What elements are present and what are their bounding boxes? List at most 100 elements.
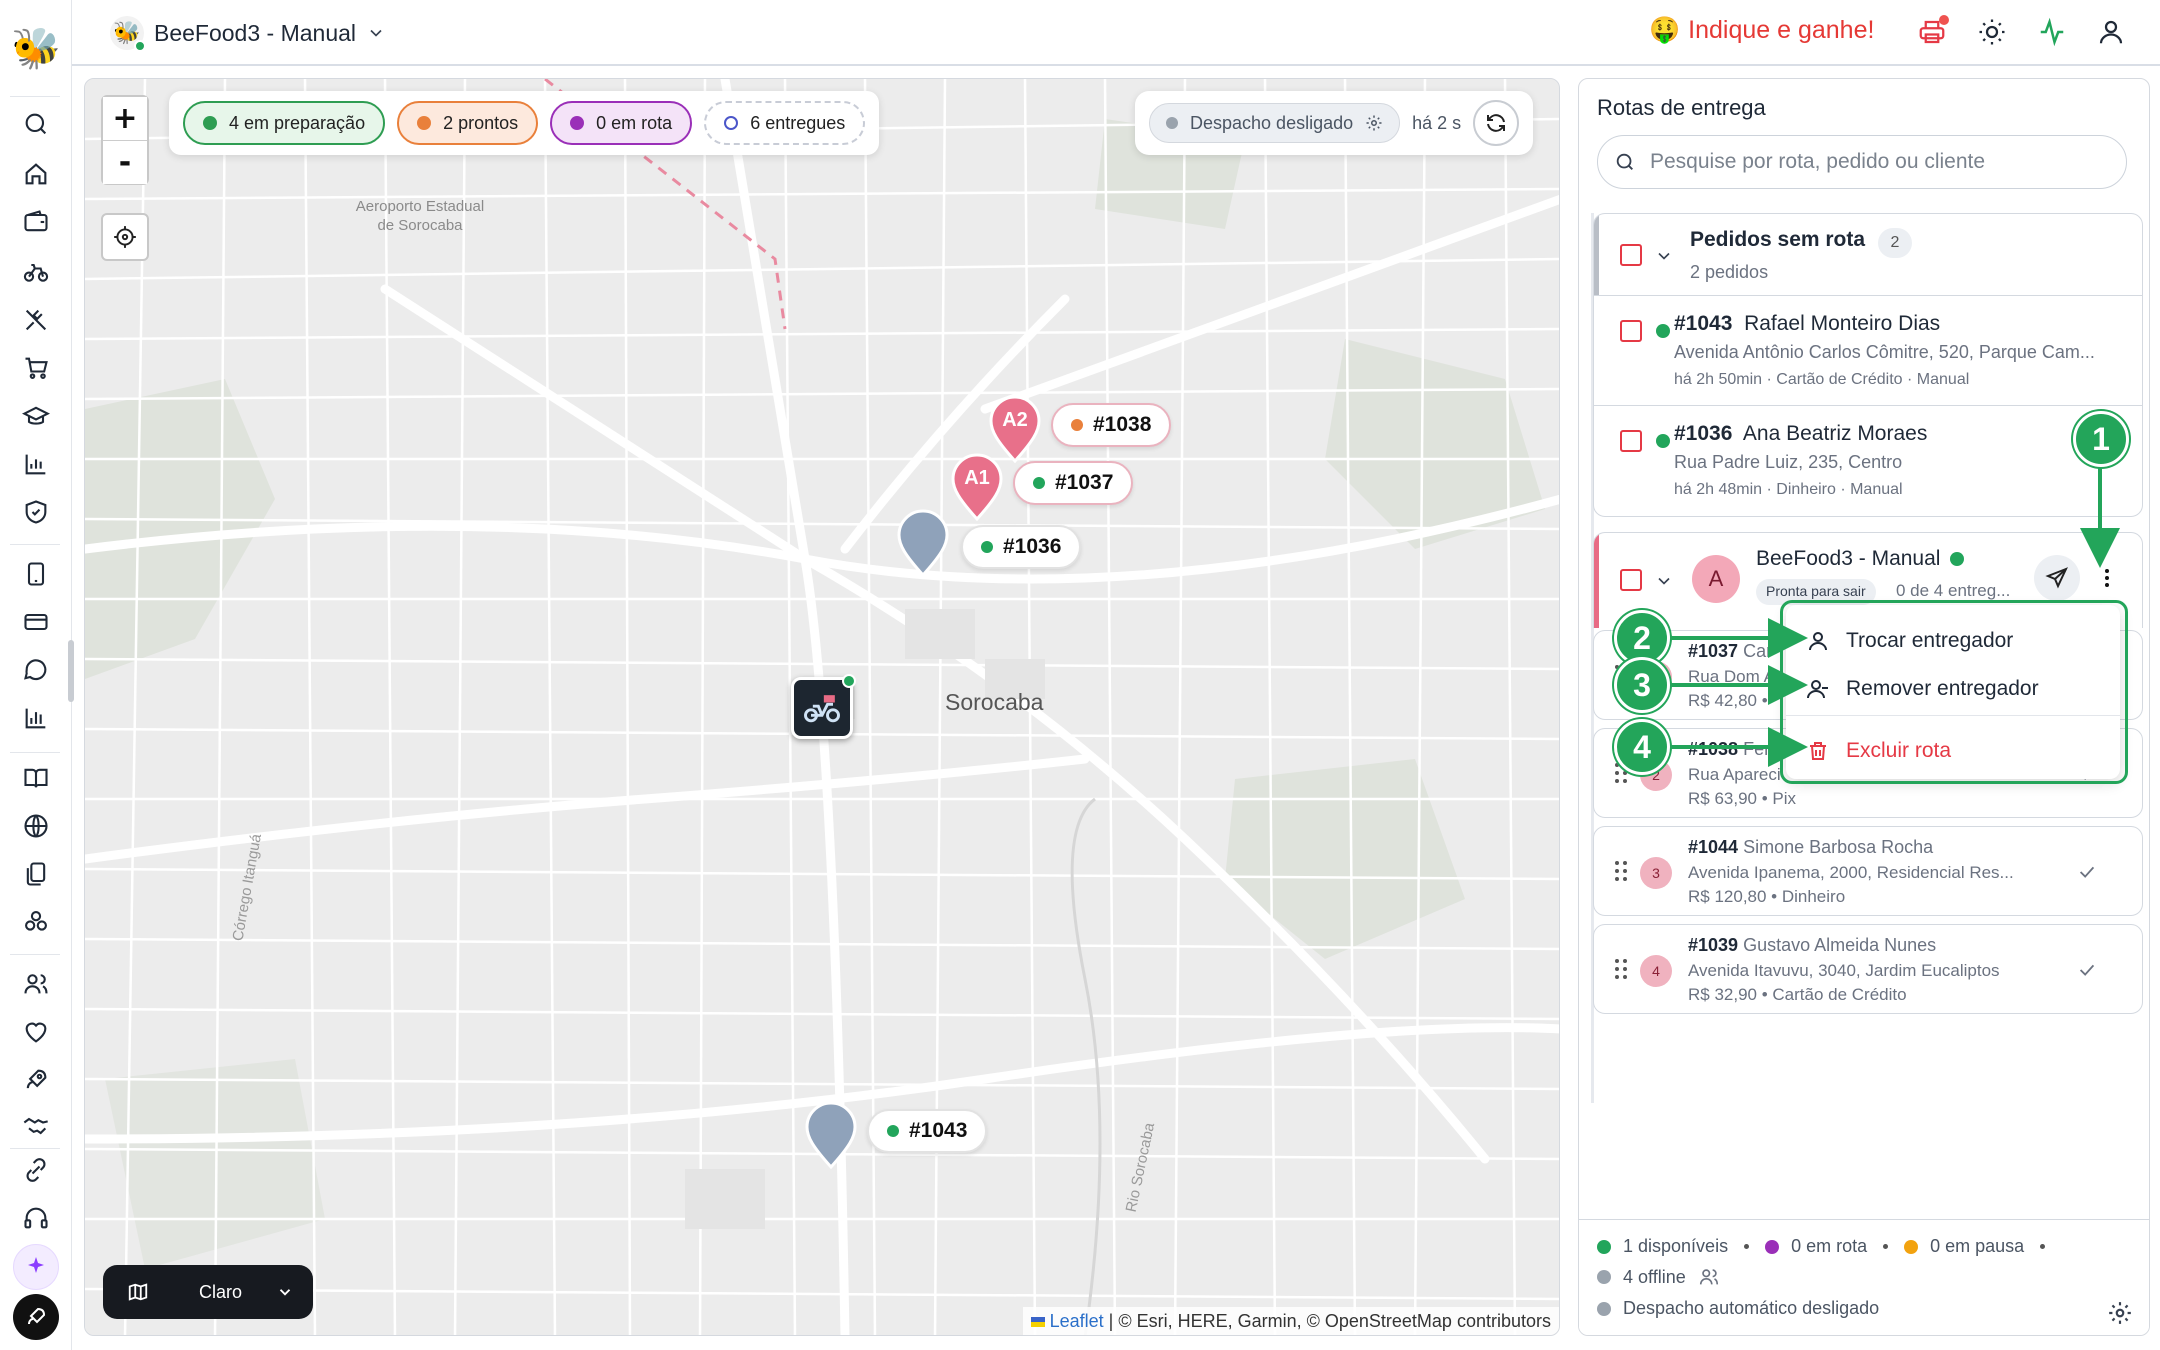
- order-row[interactable]: #1043 Rafael Monteiro Dias Avenida Antôn…: [1594, 296, 2142, 406]
- order-id: #1038: [1688, 739, 1739, 759]
- bee-logo[interactable]: 🐝: [11, 24, 61, 72]
- order-row[interactable]: #1036 Ana Beatriz Moraes Rua Padre Luiz,…: [1594, 406, 2142, 516]
- sun-icon[interactable]: [1977, 17, 2007, 47]
- heart-icon[interactable]: [22, 1018, 50, 1046]
- locate-button[interactable]: [101, 213, 149, 261]
- utensils-icon[interactable]: [22, 306, 50, 334]
- rocket-icon[interactable]: [22, 1066, 50, 1094]
- stop-meta: R$ 42,80 •: [1688, 691, 1768, 710]
- route-checkbox[interactable]: [1620, 569, 1642, 591]
- order-address: Avenida Antônio Carlos Cômitre, 520, Par…: [1674, 342, 2095, 362]
- globe-icon[interactable]: [22, 812, 50, 840]
- bar-chart-icon[interactable]: [22, 704, 50, 732]
- copy-icon[interactable]: [22, 860, 50, 888]
- chevron-down-icon[interactable]: [1654, 246, 1674, 266]
- components-icon[interactable]: [22, 908, 50, 936]
- chevron-down-icon[interactable]: [1654, 571, 1674, 591]
- panel-title: Rotas de entrega: [1597, 95, 1766, 120]
- pin-order-id: #1038: [1093, 413, 1152, 436]
- customer-name: Rafael Monteiro Dias: [1744, 312, 1941, 335]
- menu-item-label: Trocar entregador: [1846, 629, 2014, 652]
- graduation-icon[interactable]: [21, 402, 51, 430]
- cart-icon[interactable]: [22, 354, 50, 382]
- route-stop[interactable]: 4 #1039 Gustavo Almeida Nunes Avenida It…: [1593, 924, 2143, 1014]
- crosshair-icon: [114, 226, 136, 248]
- status-chip-ready[interactable]: 2 prontos: [397, 101, 539, 145]
- leaflet-link[interactable]: Leaflet: [1050, 1311, 1104, 1331]
- send-route-button[interactable]: [2034, 555, 2080, 601]
- link-icon[interactable]: [22, 1156, 50, 1184]
- pin-label-1037[interactable]: #1037: [1013, 461, 1134, 505]
- refresh-button[interactable]: [1473, 100, 1520, 146]
- launch-button[interactable]: [13, 1294, 59, 1340]
- group-header[interactable]: Pedidos sem rota 2 2 pedidos: [1594, 214, 2142, 296]
- sidebar-divider: [10, 954, 60, 955]
- pin-label-1036[interactable]: #1036: [961, 525, 1082, 569]
- gear-icon[interactable]: [2107, 1300, 2133, 1326]
- chip-label: 2 prontos: [443, 112, 519, 133]
- status-dot: [1765, 1239, 1780, 1254]
- annotation-callout-4: 4: [1614, 719, 1670, 775]
- search-icon[interactable]: [22, 110, 50, 138]
- headphones-icon[interactable]: [22, 1204, 50, 1232]
- chat-icon[interactable]: [22, 656, 50, 684]
- printer-icon[interactable]: [1917, 15, 1949, 47]
- trash-icon: [1810, 742, 1826, 760]
- handshake-icon[interactable]: [22, 1112, 50, 1140]
- top-header: 🐝 BeeFood3 - Manual 🤑 Indique e ganhe!: [72, 0, 2160, 66]
- dispatch-toggle[interactable]: Despacho desligado: [1149, 103, 1401, 143]
- order-meta: há 2h 50min · Cartão de Crédito · Manual: [1674, 371, 1970, 388]
- order-pin-1043[interactable]: [805, 1101, 857, 1169]
- customer-name: Fer: [1743, 739, 1771, 759]
- pin-label-1038[interactable]: #1038: [1051, 403, 1172, 447]
- group-checkbox[interactable]: [1620, 244, 1642, 266]
- activity-icon[interactable]: [2037, 17, 2067, 47]
- users-icon[interactable]: [22, 970, 50, 998]
- stop-address: Rua Dom A: [1688, 667, 1775, 686]
- search-input[interactable]: [1650, 150, 2110, 174]
- route-stop[interactable]: 3 #1044 Simone Barbosa Rocha Avenida Ipa…: [1593, 826, 2143, 916]
- map-attribution: Leaflet | © Esri, HERE, Garmin, © OpenSt…: [1022, 1307, 1559, 1335]
- card-icon[interactable]: [22, 608, 50, 636]
- map-theme-selector[interactable]: Claro: [103, 1265, 313, 1319]
- users-icon[interactable]: [1698, 1266, 1720, 1288]
- menu-item-remove-driver[interactable]: Remover entregador: [1786, 665, 2120, 713]
- zoom-in-button[interactable]: +: [103, 97, 147, 140]
- shield-icon[interactable]: [22, 498, 50, 526]
- status-chip-preparing[interactable]: 4 em preparação: [183, 101, 386, 145]
- theme-label: Claro: [199, 1281, 243, 1302]
- status-dot: [1656, 324, 1670, 338]
- menu-item-swap-driver[interactable]: Trocar entregador: [1786, 617, 2120, 665]
- menu-item-delete-route[interactable]: Excluir rota: [1786, 727, 2120, 775]
- sidebar-scrollbar[interactable]: [68, 640, 74, 702]
- courier-marker[interactable]: [791, 674, 856, 739]
- status-chip-on-route[interactable]: 0 em rota: [550, 101, 693, 145]
- pin-label-1043[interactable]: #1043: [867, 1109, 988, 1153]
- tablet-icon[interactable]: [22, 560, 50, 588]
- order-pin-1036[interactable]: [897, 509, 949, 577]
- order-checkbox[interactable]: [1620, 320, 1642, 342]
- wallet-icon[interactable]: [22, 208, 50, 236]
- status-dot: [1033, 477, 1045, 489]
- ai-sparkle-button[interactable]: [13, 1244, 59, 1290]
- group-title: Pedidos sem rota: [1690, 228, 1866, 251]
- gear-icon: [1366, 115, 1382, 131]
- status-chip-delivered[interactable]: 6 entregues: [704, 101, 866, 145]
- status-dot: [981, 541, 993, 553]
- referral-link[interactable]: 🤑 Indique e ganhe!: [1649, 16, 1874, 45]
- menu-divider: [1786, 715, 2120, 716]
- drag-handle-icon[interactable]: [1614, 859, 1628, 883]
- user-icon[interactable]: [2096, 17, 2126, 47]
- bike-icon[interactable]: [22, 258, 50, 286]
- route-options-button[interactable]: [2092, 563, 2122, 593]
- courier-status-row: 1 disponíveis 0 em rota 0 em pausa: [1597, 1236, 2049, 1257]
- zoom-out-button[interactable]: -: [103, 141, 147, 184]
- delivery-map[interactable]: Aeroporto Estadual de Sorocaba Córrego I…: [84, 78, 1560, 1336]
- group-count-badge: 2: [1878, 228, 1912, 258]
- store-selector[interactable]: 🐝 BeeFood3 - Manual: [110, 16, 386, 52]
- home-icon[interactable]: [22, 160, 50, 188]
- book-icon[interactable]: [22, 764, 50, 792]
- order-checkbox[interactable]: [1620, 430, 1642, 452]
- chart-icon[interactable]: [22, 450, 50, 478]
- drag-handle-icon[interactable]: [1614, 957, 1628, 981]
